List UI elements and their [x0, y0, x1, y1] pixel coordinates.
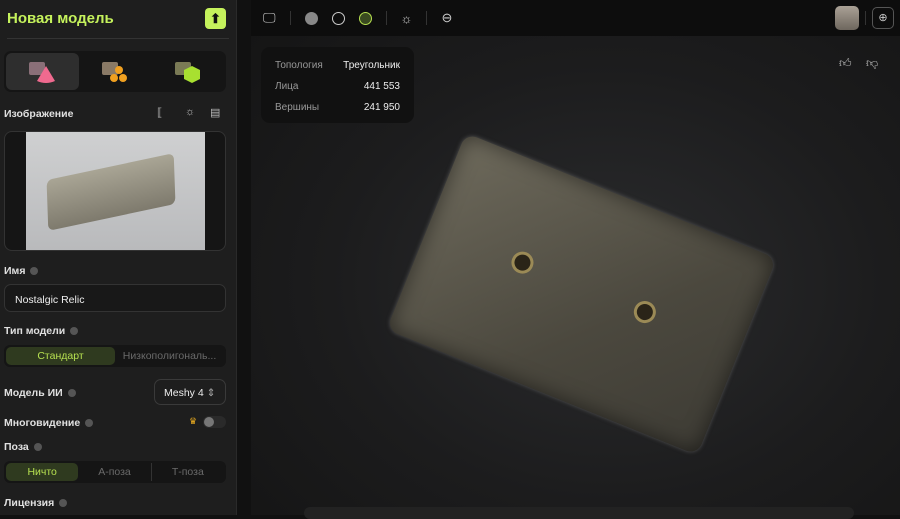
info-icon: [33, 443, 42, 452]
stat-key: Вершины: [275, 102, 320, 113]
stat-row: Топология Треугольник: [275, 55, 400, 76]
upload-button[interactable]: ⬆: [205, 8, 226, 29]
name-label-text: Имя: [4, 265, 26, 277]
license-label: Лицензия: [4, 497, 68, 509]
bottom-toolbar: [304, 507, 854, 519]
image-cone-icon: [29, 61, 56, 83]
info-icon: [85, 419, 94, 428]
texture-shading-icon[interactable]: [358, 11, 372, 25]
tab-multi-image-to-3d[interactable]: [79, 53, 152, 90]
wireframe-globe-icon[interactable]: ⊖: [441, 10, 452, 26]
stat-value: 241 950: [363, 102, 400, 113]
model-type-standard[interactable]: Стандарт: [6, 347, 115, 365]
crop-icon[interactable]: ⟦: [157, 106, 162, 119]
image-cubes-icon: [102, 61, 127, 82]
thumbs-up-icon[interactable]: 👍︎: [839, 56, 852, 71]
pose-a[interactable]: А-поза: [78, 463, 150, 481]
stat-row: Лица 441 553: [275, 76, 400, 97]
image-upload[interactable]: [4, 131, 226, 251]
lightbulb-icon[interactable]: ☼: [185, 106, 195, 118]
multiview-toggle[interactable]: [203, 416, 226, 428]
name-input[interactable]: Nostalgic Relic: [4, 284, 226, 312]
ai-model-select[interactable]: Meshy 4 ⇕: [154, 379, 226, 405]
info-icon: [70, 327, 79, 336]
sidebar: Новая модель ⬆ Изображение ⟦ ☼ ▤ Имя Nos…: [0, 0, 237, 515]
topology-stats: Топология Треугольник Лица 441 553 Вершины…: [261, 47, 414, 123]
thumbs-down-icon[interactable]: 👎︎: [866, 56, 878, 71]
pose-none[interactable]: Ничто: [6, 463, 79, 481]
clay-shading-icon[interactable]: [331, 11, 345, 25]
stat-key: Лица: [275, 81, 299, 92]
page-title: Новая модель: [7, 10, 114, 27]
solid-shading-icon[interactable]: [304, 11, 318, 25]
stat-value: Треугольник: [343, 60, 400, 71]
pose-segment: Ничто А-поза Т-поза: [4, 461, 226, 483]
reel-hole: [508, 248, 537, 277]
ai-model-label: Модель ИИ: [4, 387, 76, 399]
monitor-icon[interactable]: 🖵: [263, 10, 276, 26]
3d-viewport[interactable]: 🖵 ☼ ⊖ ⊕ Топология Треугольник Лица 441 553…: [251, 0, 900, 519]
chevron-updown-icon: ⇕: [206, 387, 216, 399]
stat-value: 441 553: [363, 81, 400, 92]
zoom-inspect-icon[interactable]: ⊕: [872, 7, 894, 29]
book-icon[interactable]: ▤: [210, 106, 220, 119]
info-icon: [67, 389, 76, 398]
model-type-segment: Стандарт Низкополигональ...: [4, 345, 226, 367]
model-type-lowpoly[interactable]: Низкополигональ...: [115, 347, 224, 365]
model-type-text: Тип модели: [4, 325, 66, 337]
ai-model-text: Модель ИИ: [4, 387, 63, 399]
name-label: Имя: [4, 265, 39, 277]
image-label: Изображение: [4, 108, 74, 120]
light-icon[interactable]: ☼: [401, 11, 413, 26]
crown-icon: ♛: [189, 416, 198, 426]
reel-hole: [630, 297, 660, 327]
multiview-label: Многовидение: [4, 417, 94, 429]
mode-tabs: [4, 51, 226, 92]
stat-row: Вершины 241 950: [275, 97, 400, 118]
pose-t[interactable]: Т-поза: [150, 463, 224, 481]
info-icon: [30, 267, 39, 276]
multiview-text: Многовидение: [4, 417, 81, 429]
divider: [7, 38, 229, 39]
text-cube-icon: [174, 61, 200, 83]
viewer-toolbar: 🖵 ☼ ⊖ ⊕: [251, 0, 900, 36]
license-text: Лицензия: [4, 497, 55, 509]
ai-model-value: Meshy 4: [164, 387, 204, 399]
pose-label: Поза: [4, 441, 42, 453]
tab-image-to-3d[interactable]: [6, 53, 79, 90]
pose-text: Поза: [4, 441, 29, 453]
info-icon: [59, 499, 68, 508]
model-thumbnail[interactable]: [835, 6, 859, 30]
tab-text-to-3d[interactable]: [151, 53, 224, 90]
cassette-photo: [26, 132, 205, 250]
stat-key: Топология: [275, 60, 323, 71]
model-type-label: Тип модели: [4, 325, 79, 337]
cassette-3d-model: [386, 132, 777, 456]
